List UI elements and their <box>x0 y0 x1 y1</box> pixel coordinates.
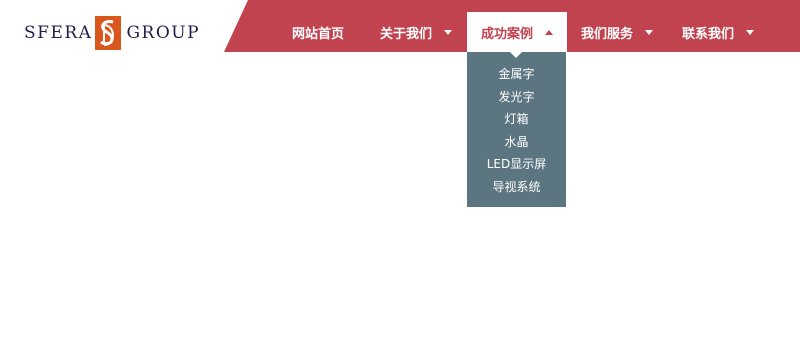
logo-text-right: GROUP <box>126 22 201 43</box>
caret-down-icon <box>746 29 755 35</box>
sd-monogram-icon <box>95 16 122 50</box>
logo[interactable]: SFERA GROUP <box>24 16 200 50</box>
dropdown-item-metal-letters[interactable]: 金属字 <box>467 63 566 86</box>
dropdown-item-luminous-letters[interactable]: 发光字 <box>467 86 566 109</box>
nav-item-label: 联系我们 <box>682 26 735 42</box>
dropdown-item-led-display[interactable]: LED显示屏 <box>467 153 566 176</box>
nav-item-label: 我们服务 <box>581 26 634 42</box>
nav-item-label: 网站首页 <box>292 26 345 42</box>
nav-item-about[interactable]: 关于我们 <box>368 12 467 52</box>
page: SFERA GROUP 网站首页 关于我们 成功案例 我们服务 联系我们 金属字… <box>0 0 800 353</box>
dropdown-notch <box>510 52 522 58</box>
nav-item-cases[interactable]: 成功案例 <box>467 12 567 52</box>
caret-up-icon <box>545 29 554 35</box>
main-nav: 网站首页 关于我们 成功案例 我们服务 联系我们 <box>270 12 768 52</box>
nav-item-contact[interactable]: 联系我们 <box>668 12 768 52</box>
nav-item-label: 关于我们 <box>380 26 433 42</box>
nav-item-services[interactable]: 我们服务 <box>567 12 668 52</box>
dropdown-item-light-box[interactable]: 灯箱 <box>467 108 566 131</box>
cases-dropdown-menu: 金属字 发光字 灯箱 水晶 LED显示屏 导视系统 <box>467 52 566 207</box>
logo-text-left: SFERA <box>24 22 93 43</box>
caret-down-icon <box>444 29 453 35</box>
dropdown-item-crystal[interactable]: 水晶 <box>467 131 566 154</box>
nav-item-label: 成功案例 <box>481 26 534 42</box>
dropdown-item-signage-system[interactable]: 导视系统 <box>467 176 566 199</box>
caret-down-icon <box>645 29 654 35</box>
nav-item-home[interactable]: 网站首页 <box>270 12 368 52</box>
